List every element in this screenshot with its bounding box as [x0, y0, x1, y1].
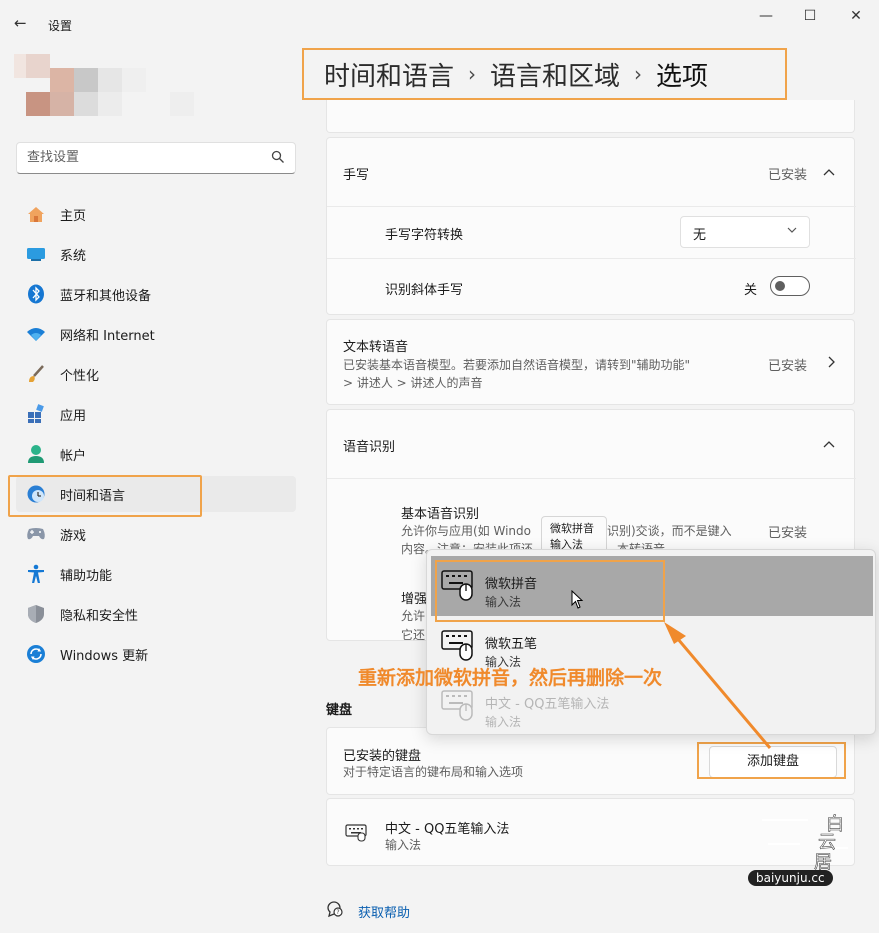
svg-text:居: 居 [814, 852, 832, 870]
get-help-label: 获取帮助 [358, 905, 411, 921]
svg-text:?: ? [336, 909, 339, 916]
watermark-text: baiyunju.cc [748, 870, 833, 886]
annotation-arrow [664, 622, 772, 749]
annotation-text: 重新添加微软拼音，然后再删除一次 [358, 667, 663, 689]
svg-text:云: 云 [818, 832, 836, 853]
help-icon: ? [326, 900, 344, 922]
get-help-link[interactable]: ? 获取帮助 [326, 900, 410, 922]
watermark-logo: 白 云 居 baiyunju.cc [738, 810, 858, 890]
